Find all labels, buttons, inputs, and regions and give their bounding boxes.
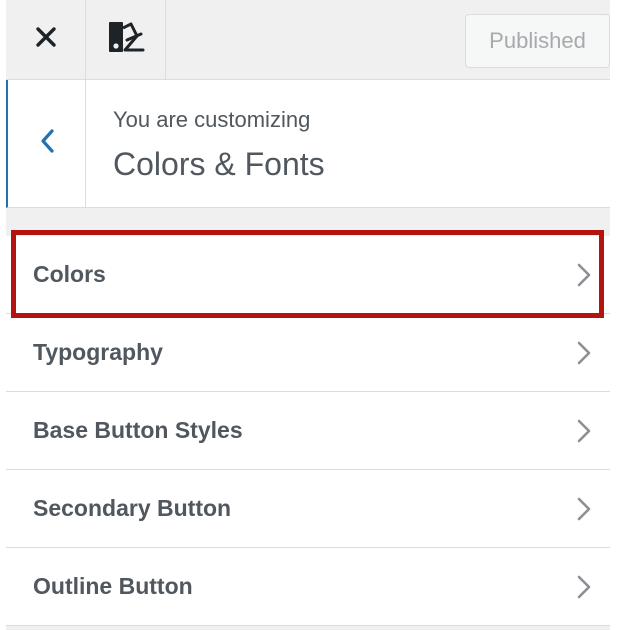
chevron-right-icon bbox=[574, 573, 594, 601]
section-item-base-button-styles[interactable]: Base Button Styles bbox=[6, 392, 610, 470]
chevron-right-icon bbox=[574, 339, 594, 367]
close-icon bbox=[35, 26, 57, 53]
section-item-typography[interactable]: Typography bbox=[6, 314, 610, 392]
section-item-label: Secondary Button bbox=[33, 495, 232, 521]
publish-button[interactable]: Published bbox=[465, 14, 610, 68]
chevron-right-icon bbox=[574, 495, 594, 523]
section-item-label: Base Button Styles bbox=[33, 417, 243, 443]
close-button[interactable] bbox=[6, 0, 86, 79]
customizer-header: Published bbox=[6, 0, 610, 80]
section-header: You are customizing Colors & Fonts bbox=[6, 80, 610, 208]
section-item-secondary-button[interactable]: Secondary Button bbox=[6, 470, 610, 548]
paint-swatch-icon bbox=[107, 20, 145, 59]
chevron-left-icon bbox=[39, 128, 55, 159]
section-item-outline-button[interactable]: Outline Button bbox=[6, 548, 610, 626]
style-switcher-button[interactable] bbox=[86, 0, 166, 79]
section-title: Colors & Fonts bbox=[113, 146, 325, 182]
highlight-box bbox=[11, 230, 604, 318]
chevron-right-icon bbox=[574, 417, 594, 445]
section-item-label: Outline Button bbox=[33, 573, 193, 599]
customizing-label: You are customizing bbox=[113, 107, 311, 132]
section-item-label: Typography bbox=[33, 339, 163, 365]
back-button[interactable] bbox=[8, 80, 86, 207]
